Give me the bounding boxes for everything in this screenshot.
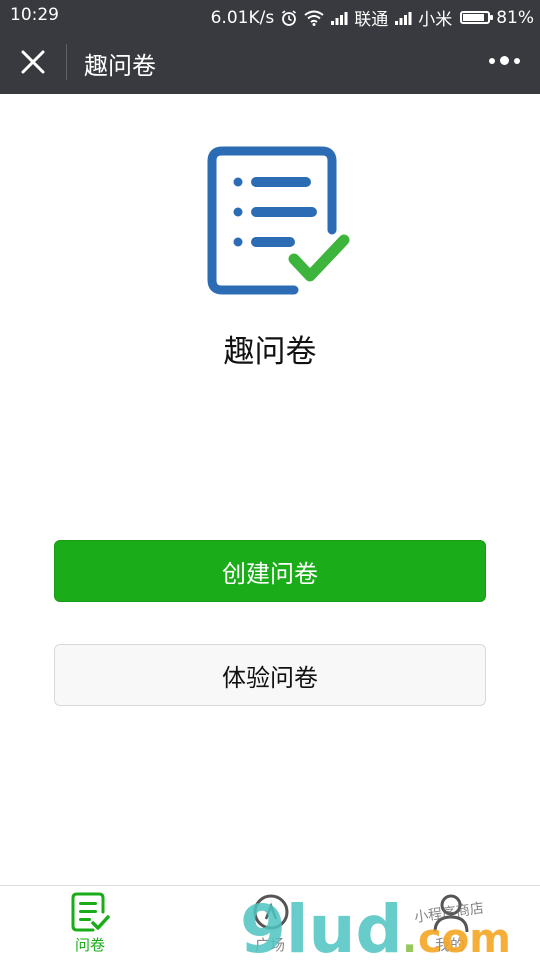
more-options-button[interactable] [489,56,520,65]
alarm-icon [282,9,297,26]
compass-icon [253,894,289,930]
signal-icon [395,11,412,25]
nav-title: 趣问卷 [84,52,156,80]
more-dot-icon [489,57,495,64]
tab-questionnaire[interactable]: 问卷 [0,886,180,960]
nav-divider [66,44,67,80]
questionnaire-tab-icon [71,892,110,932]
tab-label: 广场 [254,936,285,954]
app-name: 趣问卷 [223,334,317,370]
tab-bar: 问卷 广场 我的 [0,885,540,960]
close-icon[interactable] [20,49,46,75]
status-bar: 10:29 6.01K/s 联通 小米 81% [0,0,540,30]
carrier-2: 小米 [418,10,453,30]
status-time: 10:29 [10,5,59,25]
user-icon [433,894,469,933]
tab-label: 我的 [434,936,465,954]
status-right: 6.01K/s 联通 小米 81% [210,5,534,31]
carrier-1: 联通 [354,10,389,30]
battery-percent: 81% [496,7,534,28]
try-questionnaire-button[interactable]: 体验问卷 [54,644,486,706]
network-speed: 6.01K/s [210,7,275,28]
nav-bar: 趣问卷 [0,30,540,94]
more-dot-icon [500,56,509,65]
wifi-icon [304,10,324,26]
app-logo-questionnaire-icon [207,146,350,295]
create-questionnaire-button[interactable]: 创建问卷 [54,540,486,602]
battery-icon [460,11,494,24]
tab-mine[interactable]: 我的 [360,886,540,960]
more-dot-icon [514,57,520,64]
tab-plaza[interactable]: 广场 [180,886,360,960]
tab-label: 问卷 [74,936,105,954]
signal-icon [331,11,348,25]
